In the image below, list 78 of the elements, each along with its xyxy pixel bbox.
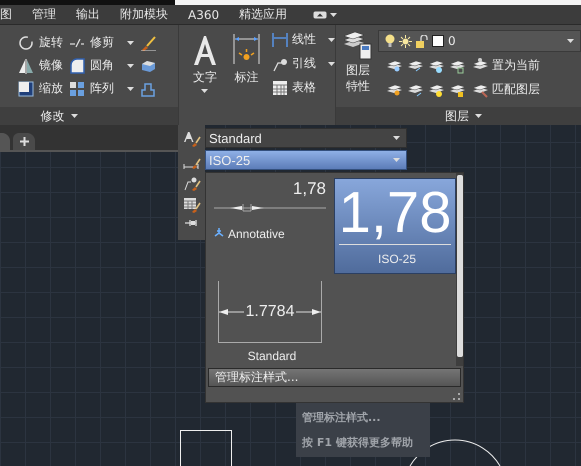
outline-icon[interactable] [140, 80, 156, 96]
tooltip-help: 按 F1 键获得更多帮助 [302, 436, 414, 450]
rotate-icon [18, 34, 34, 50]
panel-title[interactable]: 图层 [445, 108, 482, 124]
caret-icon [328, 38, 335, 42]
sun-icon [399, 34, 412, 48]
caret-icon [475, 114, 482, 118]
tool-button[interactable]: 缩放 [18, 80, 63, 97]
rectangle-drawing [180, 430, 232, 466]
caret-icon [393, 158, 400, 162]
preview-value: 1,78 [292, 179, 326, 199]
ribbon-tab[interactable]: 图 [0, 6, 22, 23]
style-button[interactable] [182, 175, 200, 192]
preview-value: 1,78 [338, 184, 452, 242]
style-dropdown[interactable]: Standard [205, 128, 407, 148]
ribbon-tab[interactable]: A360 [188, 8, 230, 22]
brush-icon[interactable] [140, 34, 156, 50]
style-button[interactable] [182, 197, 200, 214]
mirror-icon [18, 58, 34, 74]
unlock-icon [416, 34, 428, 48]
letter-a-icon [191, 33, 218, 66]
dimension-drawing: 1.7784 [218, 281, 322, 343]
caret-icon [328, 62, 335, 66]
ribbon-tab[interactable]: 管理 [32, 6, 66, 23]
tool-button[interactable]: 标注 [228, 31, 264, 125]
color-swatch-icon [432, 35, 444, 47]
resize-grip-icon[interactable] [453, 393, 460, 400]
annotative-icon [214, 227, 224, 237]
caret-icon [567, 39, 574, 43]
caret-icon [127, 40, 134, 44]
layer-stack-icon [343, 30, 373, 60]
tooltip-title: 管理标注样式... [302, 411, 382, 425]
tool-button[interactable]: 表格 [272, 79, 335, 96]
arrow-icon [218, 308, 244, 316]
tool-button[interactable]: 线性 [272, 31, 335, 48]
plus-icon [20, 137, 28, 146]
tool-button[interactable]: 文字 [187, 31, 222, 125]
caret-icon [127, 86, 134, 90]
panel-icon [313, 10, 328, 18]
caret-icon [393, 136, 400, 140]
caret-icon [330, 12, 338, 16]
pin-icon [184, 219, 198, 227]
table-icon [272, 80, 288, 96]
style-tile[interactable]: 1,78 ISO-25 [334, 178, 456, 274]
linear-dimension-icon [272, 32, 288, 48]
caret-icon [201, 89, 208, 93]
style-button[interactable] [182, 131, 200, 148]
panel-title[interactable]: 修改 [40, 108, 78, 124]
tool-button[interactable]: 旋转 [18, 34, 63, 51]
ribbon-tab[interactable]: 输出 [76, 6, 110, 23]
scale-icon [18, 80, 34, 96]
manage-styles-button[interactable]: 管理标注样式... [208, 368, 461, 387]
tool-button[interactable]: 圆角 [69, 57, 134, 74]
caret-icon [127, 64, 134, 68]
tool-button[interactable]: 置为当前 [472, 57, 540, 74]
ribbon-tab[interactable]: 附加模块 [120, 6, 178, 23]
layer-dropdown[interactable]: 0 [378, 30, 581, 52]
tool-button[interactable]: 匹配图层 [472, 81, 540, 98]
bulb-icon [385, 34, 395, 48]
layer-properties-button[interactable]: 图层特性 [342, 30, 374, 107]
tool-button[interactable]: 修剪 [69, 34, 134, 51]
scrollbar[interactable] [456, 173, 463, 366]
tool-button[interactable]: 镜像 [18, 57, 63, 74]
new-tab-button[interactable] [13, 133, 35, 150]
text-style-icon [182, 131, 200, 148]
arrow-icon [296, 308, 322, 316]
dimension-icon [232, 33, 260, 66]
pin-button[interactable] [184, 219, 198, 227]
fillet-icon [69, 58, 85, 74]
panel-toggle-button[interactable] [313, 10, 338, 18]
tool-button[interactable]: 引线 [272, 55, 335, 72]
ribbon-tab[interactable]: 精选应用 [239, 6, 298, 23]
leader-style-icon [182, 175, 200, 192]
style-tile[interactable]: 1,78 Annotative [209, 178, 331, 274]
array-icon [69, 80, 85, 96]
tool-button[interactable]: 阵列 [69, 80, 134, 97]
caret-icon [70, 114, 78, 118]
table-style-icon [182, 197, 200, 214]
